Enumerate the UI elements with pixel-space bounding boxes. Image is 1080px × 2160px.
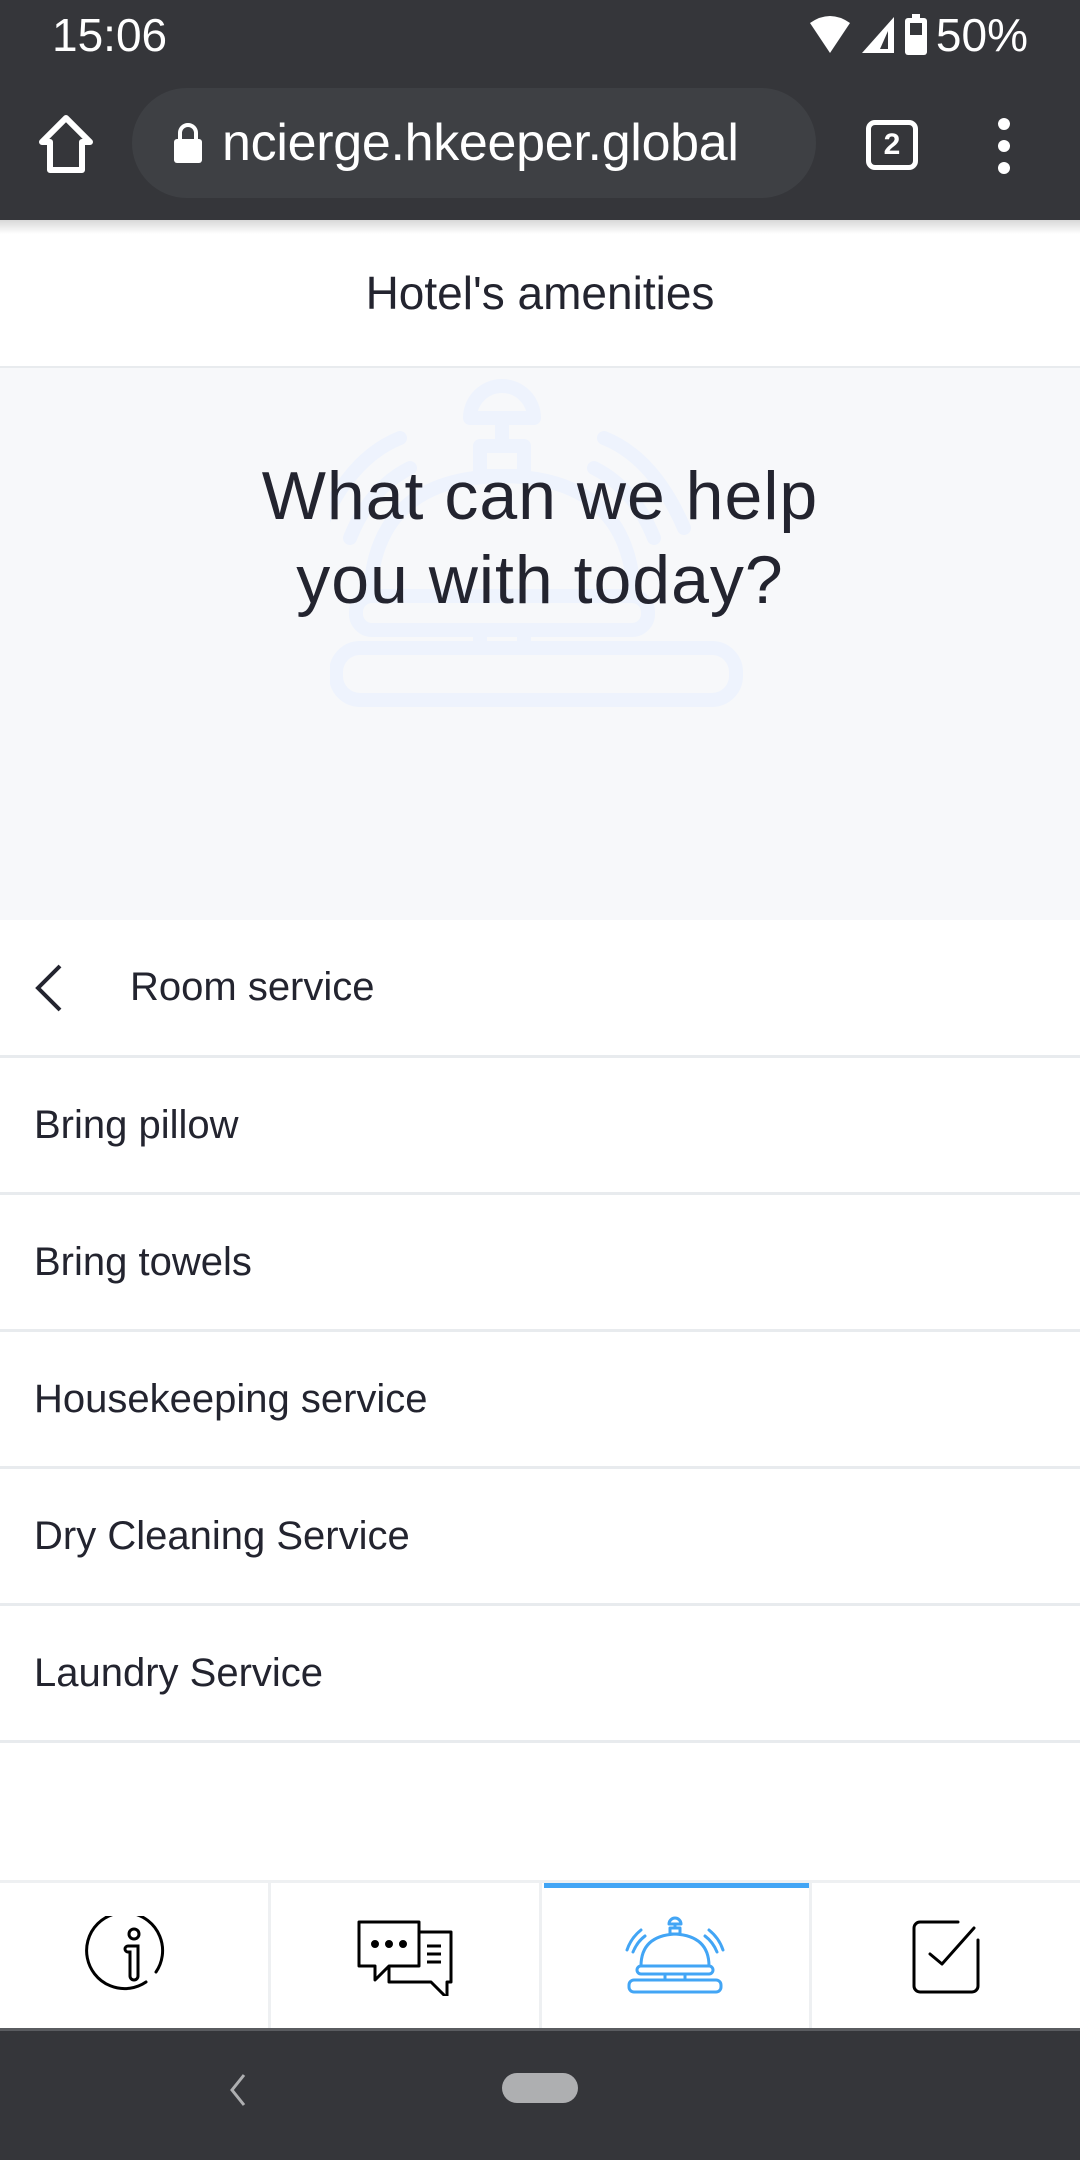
tab-tasks[interactable]: [812, 1883, 1080, 2028]
url-text[interactable]: ncierge.hkeeper.global: [222, 113, 739, 173]
system-navigation-bar: [0, 2028, 1080, 2160]
status-icons: 50%: [808, 10, 1028, 60]
chat-bubbles-icon: [357, 1920, 453, 1996]
checkbox-icon: [912, 1920, 980, 1993]
tab-chat[interactable]: [271, 1883, 542, 2028]
system-home-button[interactable]: [502, 2073, 578, 2103]
service-item-bring-pillow[interactable]: Bring pillow: [0, 1058, 1080, 1195]
overflow-menu-icon[interactable]: [984, 116, 1024, 176]
category-label: Room service: [130, 965, 375, 1009]
cellular-signal-icon: [861, 17, 894, 53]
lock-icon: [174, 123, 202, 163]
bottom-navigation: [0, 1880, 1080, 2028]
service-item-dry-cleaning[interactable]: Dry Cleaning Service: [0, 1469, 1080, 1606]
wifi-icon: [809, 16, 850, 53]
service-list: Room service Bring pillow Bring towels H…: [0, 920, 1080, 1743]
service-item-housekeeping[interactable]: Housekeeping service: [0, 1332, 1080, 1469]
home-icon[interactable]: [38, 114, 94, 174]
address-bar[interactable]: ncierge.hkeeper.global: [132, 88, 816, 198]
service-item-laundry[interactable]: Laundry Service: [0, 1606, 1080, 1743]
service-bell-icon: [625, 1916, 725, 1993]
tab-amenities[interactable]: [542, 1883, 813, 2028]
system-back-icon[interactable]: [228, 2073, 248, 2107]
tab-info[interactable]: [0, 1883, 271, 2028]
status-bar: 15:06 50%: [0, 0, 1080, 70]
category-back-button[interactable]: Room service: [0, 920, 1080, 1058]
toolbar-shadow: [0, 220, 1080, 234]
page-header: Hotel's amenities: [0, 220, 1080, 368]
hero-banner: What can we help you with today?: [0, 368, 1080, 920]
page-title: Hotel's amenities: [365, 267, 715, 319]
battery-percentage: 50%: [935, 9, 1028, 61]
service-item-bring-towels[interactable]: Bring towels: [0, 1195, 1080, 1332]
hero-heading-line-2: you with today?: [296, 542, 784, 618]
clock: 15:06: [52, 9, 168, 61]
chevron-left-icon[interactable]: [32, 962, 66, 1014]
battery-icon: [904, 14, 927, 55]
hero-heading-line-1: What can we help: [261, 458, 819, 534]
info-icon: [84, 1915, 164, 1990]
hero-heading: What can we help you with today?: [0, 454, 1080, 622]
tab-switcher-button[interactable]: 2: [866, 120, 918, 170]
browser-toolbar: ncierge.hkeeper.global 2: [0, 70, 1080, 220]
